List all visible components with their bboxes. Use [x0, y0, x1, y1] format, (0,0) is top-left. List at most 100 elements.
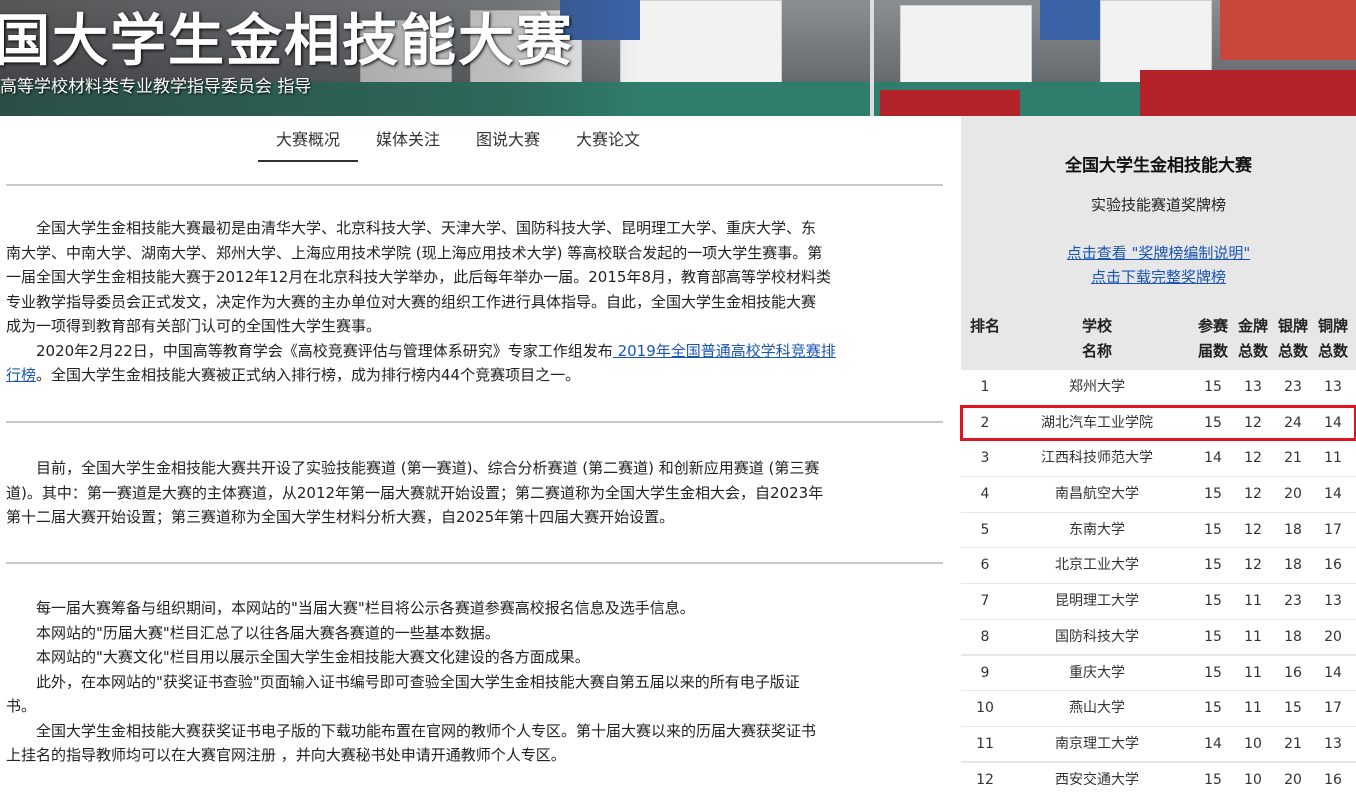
cell-silver: 20 [1284, 486, 1302, 503]
header-label: 铜牌 [1317, 317, 1348, 335]
cell-sessions: 14 [1204, 450, 1222, 467]
header-label: 银牌 [1277, 317, 1308, 335]
cell-sessions: 15 [1204, 593, 1222, 610]
cell-silver: 20 [1284, 771, 1302, 788]
intro-section: 全国大学生金相技能大赛最初是由清华大学、北京科技大学、天津大学、国防科技大学、昆… [6, 216, 943, 388]
cell-silver: 21 [1284, 735, 1302, 752]
text-line: 一届全国大学生金相技能大赛于2012年12月在北京科技大学举办，此后每年举办一届… [6, 268, 831, 286]
cell-sessions: 15 [1204, 557, 1222, 574]
table-row: 8 国防科技大学 15 11 18 20 [961, 619, 1356, 655]
header-label: 参赛 [1197, 317, 1228, 335]
text-line: 每一届大赛筹备与组织期间，本网站的"当届大赛"栏目将公示各赛道参赛高校报名信息及… [36, 599, 695, 617]
text-span: 2020年2月22日，中国高等教育学会《高校竞赛评估与管理体系研究》专家工作组发… [36, 341, 613, 360]
cell-bronze: 11 [1324, 450, 1342, 467]
cell-sessions: 15 [1204, 664, 1222, 681]
cell-sessions: 15 [1204, 486, 1222, 503]
text-line: 南大学、中南大学、湖南大学、郑州大学、上海应用技术学院 (现上海应用技术大学) … [6, 243, 823, 262]
cell-silver: 23 [1284, 593, 1302, 610]
banner-photo-carpet [1140, 70, 1356, 116]
cell-bronze: 13 [1324, 379, 1342, 395]
header-silver: 银牌 总数 [1273, 314, 1313, 364]
cell-rank: 9 [980, 664, 990, 681]
banner-photo-carpet [880, 90, 1020, 116]
header-label: 届数 [1197, 342, 1228, 360]
table-row: 3 江西科技师范大学 14 12 21 11 [961, 441, 1356, 476]
cell-silver: 18 [1284, 628, 1302, 645]
cell-school: 燕山大学 [1069, 700, 1125, 717]
header-rank-label: 排名 [969, 317, 1000, 335]
cell-bronze: 17 [1324, 521, 1342, 538]
table-row: 4 南昌航空大学 15 12 20 14 [961, 477, 1356, 512]
text-span: 。全国大学生金相技能大赛被正式纳入排行榜，成为排行榜内44个竞赛项目之一。 [36, 366, 581, 384]
cell-bronze: 13 [1324, 593, 1342, 610]
text-line: 道)。其中：第一赛道是大赛的主体赛道，从2012年第一届大赛就开始设置；第二赛道… [6, 483, 824, 502]
cell-gold: 12 [1244, 521, 1262, 538]
text-line: 此外，在本网站的"获奖证书查验"页面输入证书编号即可查验全国大学生金相技能大赛自… [36, 672, 800, 691]
text-line: 书。 [6, 697, 37, 715]
tab-overview[interactable]: 大赛概况 [258, 124, 359, 162]
cell-bronze: 16 [1324, 771, 1342, 788]
cell-sessions: 15 [1204, 379, 1222, 395]
cell-gold: 12 [1244, 557, 1262, 574]
cell-bronze: 13 [1324, 735, 1342, 752]
banner-subtitle: 高等学校材料类专业教学指导委员会 指导 [0, 77, 312, 97]
cell-school: 昆明理工大学 [1055, 593, 1139, 610]
medal-table-body: 1 郑州大学 15 13 23 13 2 湖北汽车工业学院 15 12 24 1… [960, 370, 1356, 798]
header-label: 金牌 [1237, 317, 1268, 335]
header-sessions: 参赛 届数 [1193, 314, 1233, 364]
tab-gallery[interactable]: 图说大赛 [458, 124, 558, 160]
cell-sessions: 15 [1204, 521, 1222, 538]
header-label: 总数 [1277, 342, 1308, 360]
medal-table-notes-link[interactable]: 点击查看 "奖牌榜编制说明" [961, 242, 1356, 263]
cell-school: 江西科技师范大学 [1041, 450, 1153, 467]
header-bronze: 铜牌 总数 [1313, 314, 1353, 364]
cell-silver: 16 [1284, 664, 1302, 681]
tab-papers[interactable]: 大赛论文 [558, 124, 658, 160]
banner-photo-panel [1040, 0, 1100, 40]
text-line: 上挂名的指导教师均可以在大赛官网注册 ，并向大赛秘书处申请开通教师个人专区。 [6, 746, 566, 764]
cell-school: 郑州大学 [1069, 379, 1125, 395]
table-header: 排名 学校 名称 参赛 届数 金牌 总数 银牌 总数 铜牌 总数 [961, 314, 1356, 368]
table-row: 11 南京理工大学 14 10 21 13 [961, 726, 1356, 762]
cell-silver: 23 [1284, 379, 1302, 395]
cell-bronze: 20 [1324, 628, 1342, 645]
banner-photo-booth [900, 5, 1032, 87]
tab-media[interactable]: 媒体关注 [358, 124, 458, 160]
cell-school: 北京工业大学 [1055, 557, 1139, 574]
cell-gold: 12 [1244, 486, 1262, 503]
cell-gold: 11 [1244, 593, 1262, 610]
cell-bronze: 14 [1324, 664, 1342, 681]
cell-bronze: 17 [1324, 700, 1342, 717]
text-line: 本网站的"历届大赛"栏目汇总了以往各届大赛各赛道的一些基本数据。 [36, 623, 500, 642]
cell-rank: 3 [980, 450, 990, 467]
cell-school: 重庆大学 [1069, 664, 1125, 681]
cell-silver: 18 [1284, 557, 1302, 574]
tracks-section: 目前，全国大学生金相技能大赛共开设了实验技能赛道 (第一赛道)、综合分析赛道 (… [6, 456, 943, 530]
ranking-link[interactable]: 2019年全国普通高校学科竞赛排 [613, 342, 836, 360]
cell-sessions: 15 [1204, 771, 1222, 788]
cell-bronze: 14 [1324, 486, 1342, 503]
cell-rank: 10 [976, 700, 994, 717]
cell-gold: 12 [1244, 414, 1262, 431]
table-row: 12 西安交通大学 15 10 20 16 [961, 762, 1356, 798]
divider [6, 562, 943, 564]
text-line: 全国大学生金相技能大赛最初是由清华大学、北京科技大学、天津大学、国防科技大学、昆… [36, 219, 817, 237]
banner-title: 国大学生金相技能大赛 [0, 9, 574, 74]
text-line: 本网站的"大赛文化"栏目用以展示全国大学生金相技能大赛文化建设的各方面成果。 [36, 648, 590, 666]
ranking-paragraph: 2020年2月22日，中国高等教育学会《高校竞赛评估与管理体系研究》专家工作组发… [6, 339, 943, 364]
text-line: 第十二届大赛开始设置；第三赛道称为全国大学生材料分析大赛，自2025年第十四届大… [6, 508, 675, 526]
tab-bar: 大赛概况 媒体关注 图说大赛 大赛论文 [258, 124, 658, 162]
table-row-highlighted: 2 湖北汽车工业学院 15 12 24 14 [960, 404, 1356, 442]
divider [6, 184, 943, 186]
ranking-link[interactable]: 行榜 [6, 366, 36, 384]
cell-rank: 4 [980, 486, 990, 503]
cell-rank: 1 [980, 379, 990, 395]
cell-gold: 10 [1244, 771, 1262, 788]
cell-silver: 15 [1284, 700, 1302, 717]
cell-rank: 2 [980, 414, 990, 431]
divider [6, 421, 943, 423]
text-line: 专业教学指导委员会正式发文，决定作为大赛的主办单位对大赛的组织工作进行具体指导。… [6, 292, 817, 311]
cell-school: 南昌航空大学 [1055, 486, 1139, 503]
download-medal-table-link[interactable]: 点击下载完整奖牌榜 [961, 266, 1356, 287]
ranking-paragraph-cont: 行榜。全国大学生金相技能大赛被正式纳入排行榜，成为排行榜内44个竞赛项目之一。 [6, 363, 943, 388]
